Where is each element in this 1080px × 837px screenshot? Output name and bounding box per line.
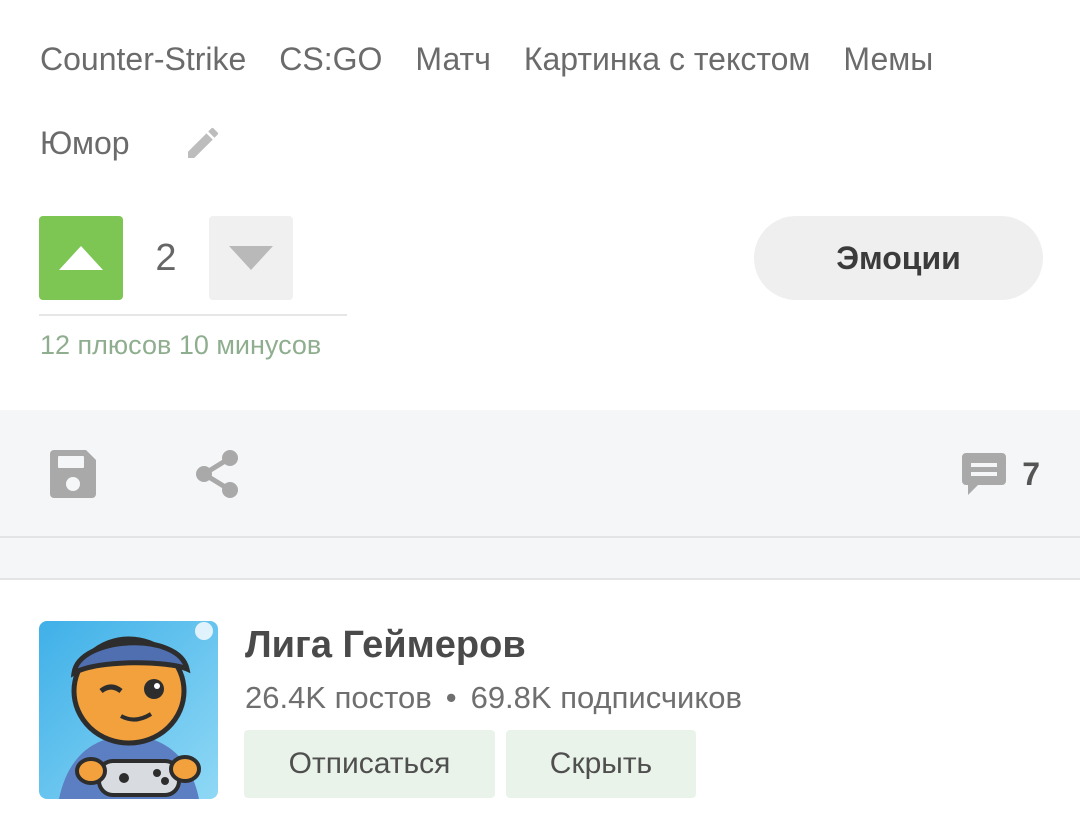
comments-count: 7: [1022, 455, 1040, 492]
share-icon: [196, 450, 238, 498]
tag-row: Юмор: [40, 114, 1050, 172]
tag-picture-with-text[interactable]: Картинка с текстом: [524, 41, 811, 78]
community-name[interactable]: Лига Геймеров: [245, 624, 526, 667]
arrow-down-icon: [229, 246, 273, 270]
save-post-button[interactable]: [48, 448, 98, 500]
rating-detail: 12 плюсов 10 минусов: [40, 330, 322, 360]
tag-counter-strike[interactable]: Counter-Strike: [40, 41, 246, 78]
downvote-button[interactable]: [209, 216, 293, 300]
community-posts-count: 26.4K постов: [245, 680, 432, 715]
community-subscribers-count: 69.8K подписчиков: [470, 680, 742, 715]
tag-list: Counter-Strike CS:GO Матч Картинка с тек…: [40, 30, 1050, 172]
section-separator: [0, 538, 1080, 580]
community-stats: 26.4K постов • 69.8K подписчиков: [245, 680, 742, 716]
rating-widget: 2: [39, 216, 293, 300]
save-icon: [50, 450, 96, 498]
arrow-up-icon: [59, 246, 103, 270]
comments-button[interactable]: 7: [960, 448, 1040, 500]
share-button[interactable]: [192, 448, 242, 500]
community-card: Лига Геймеров 26.4K постов • 69.8K подписч…: [0, 582, 1080, 837]
unsubscribe-button[interactable]: Отписаться: [244, 730, 495, 798]
upvote-button[interactable]: [39, 216, 123, 300]
tag-row: Counter-Strike CS:GO Матч Картинка с тек…: [40, 30, 1050, 88]
rating-count: 2: [155, 236, 177, 279]
edit-tags-icon[interactable]: [183, 123, 223, 163]
stats-separator: •: [445, 680, 457, 715]
tag-memes[interactable]: Мемы: [843, 41, 933, 78]
tag-humor[interactable]: Юмор: [40, 125, 130, 162]
hide-community-button[interactable]: Скрыть: [506, 730, 696, 798]
tag-csgo[interactable]: CS:GO: [279, 41, 382, 78]
community-avatar[interactable]: [39, 621, 218, 799]
post-action-bar: 7: [0, 410, 1080, 538]
comment-icon: [962, 453, 1007, 495]
tag-match[interactable]: Матч: [415, 41, 490, 78]
divider: [39, 314, 347, 316]
emotions-button[interactable]: Эмоции: [754, 216, 1043, 300]
